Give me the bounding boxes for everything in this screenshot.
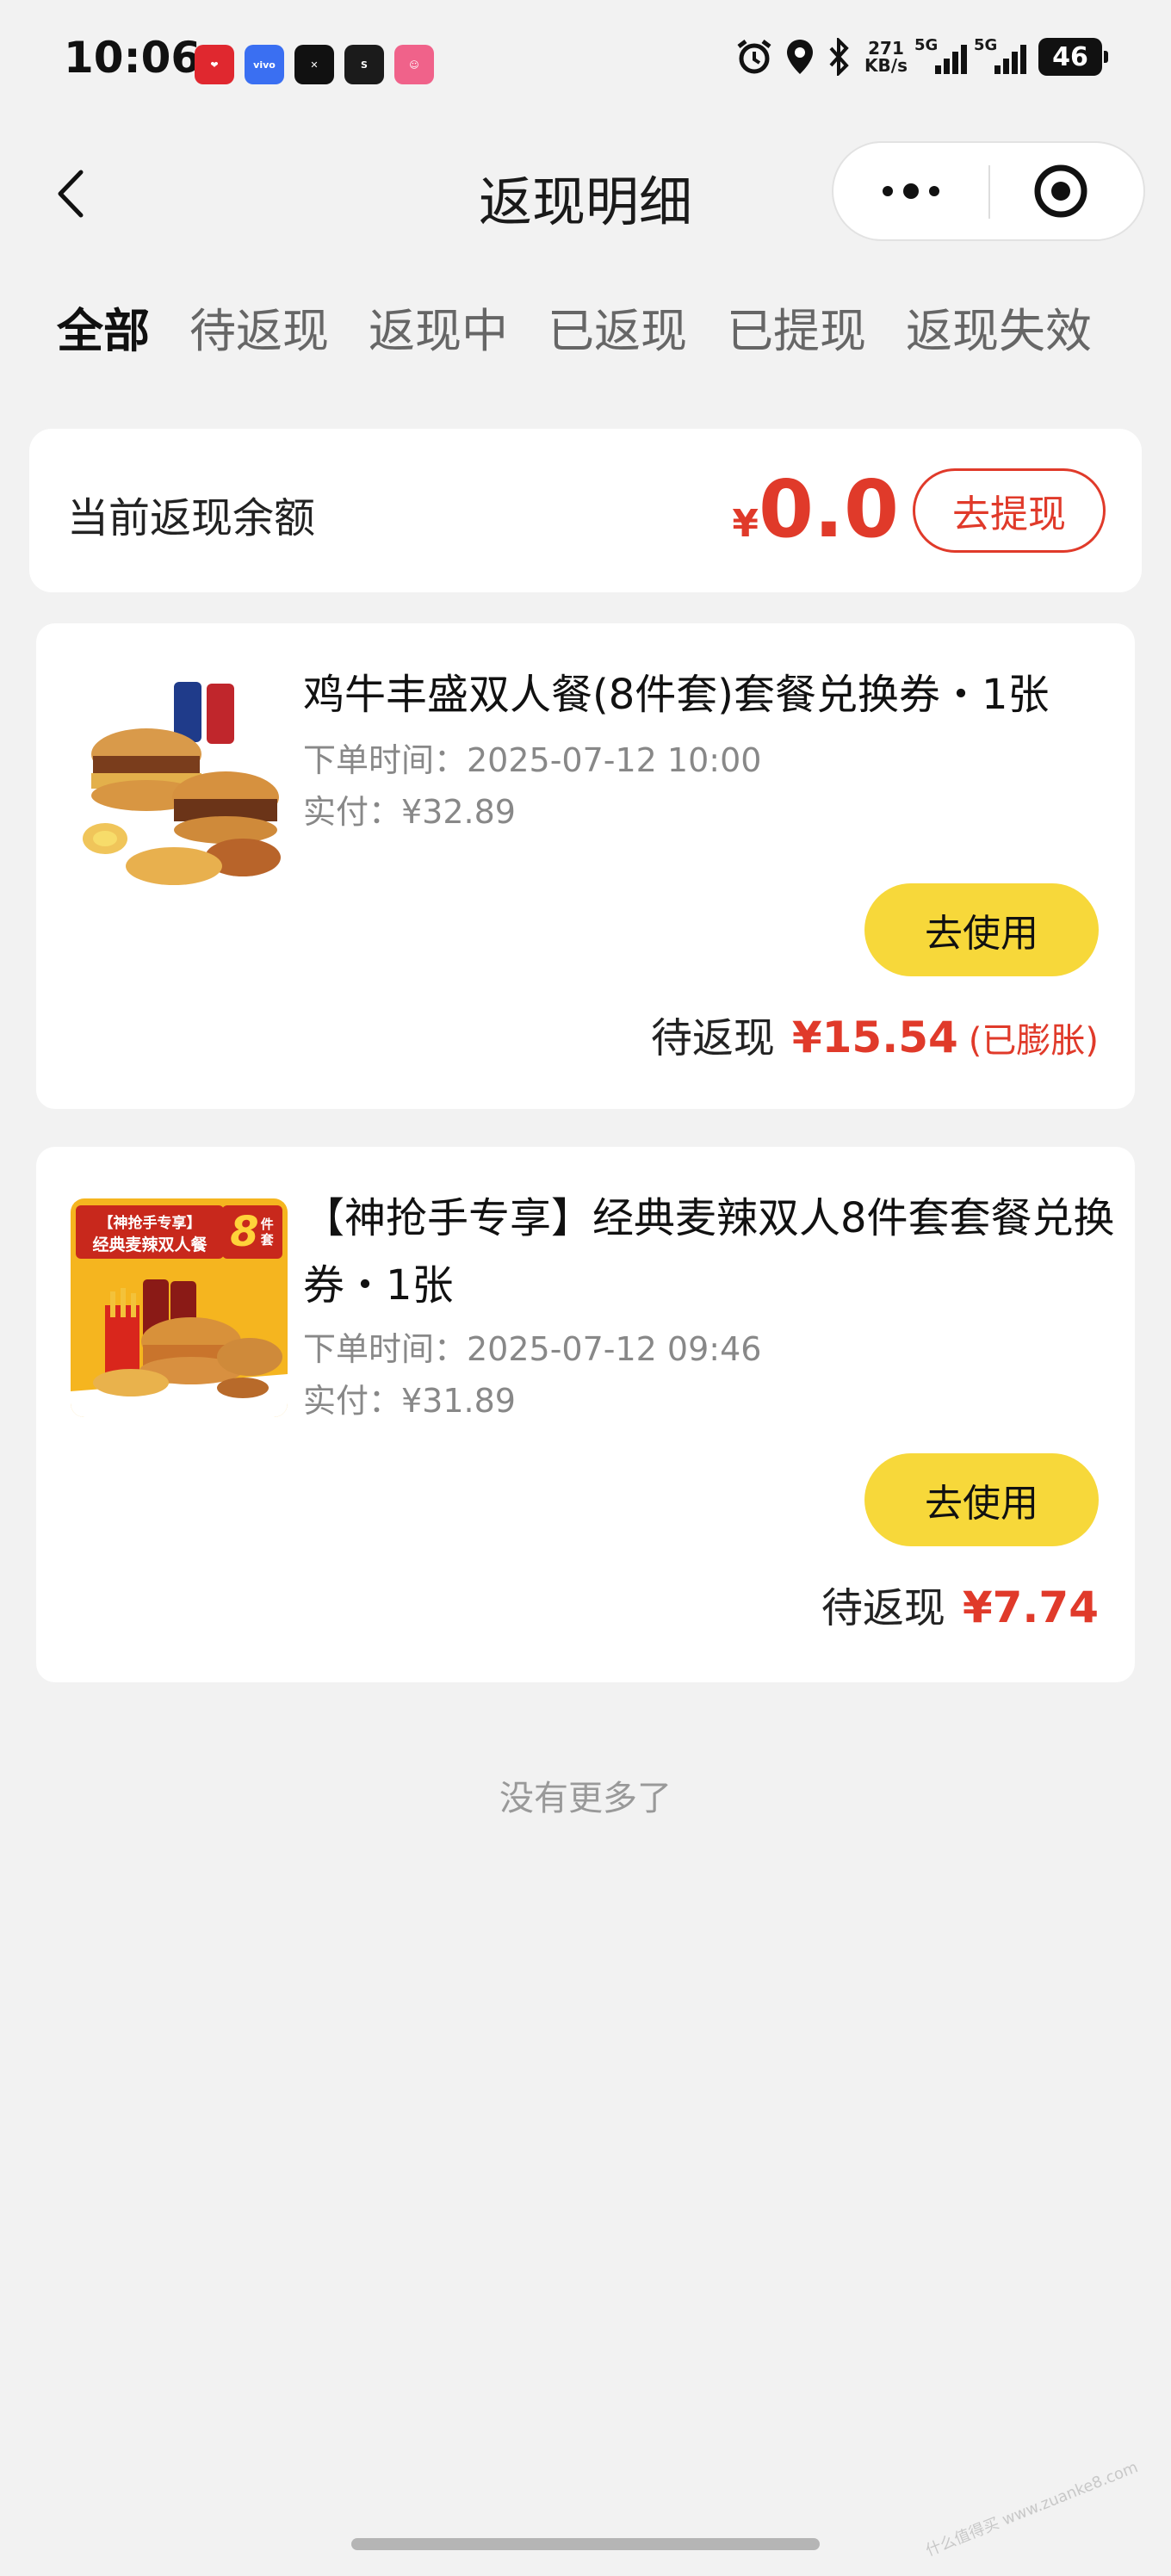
order-product-name: 【神抢手专享】经典麦辣双人8件套套餐兑换券・1张 <box>303 1194 1115 1310</box>
cashback-boost-tag: (已膨胀) <box>968 1021 1099 1061</box>
balance-card: 当前返现余额 ¥0.0 去提现 <box>29 429 1142 592</box>
no-more-text: 没有更多了 <box>499 1779 672 1818</box>
network-speed-unit: KB/s <box>864 55 908 76</box>
vivo-icon: vivo <box>245 45 284 84</box>
thumbnail-banner-line2: 经典麦辣双人餐 <box>92 1235 208 1254</box>
status-time: 10:06 <box>64 33 201 83</box>
order-product-name: 鸡牛丰盛双人餐(8件套)套餐兑换券・1张 <box>303 671 1050 719</box>
withdraw-button[interactable]: 去提现 <box>913 468 1106 553</box>
more-dots-icon[interactable] <box>833 143 988 239</box>
balance-label: 当前返现余额 <box>67 494 316 542</box>
order-paid-amount: 实付：¥31.89 <box>303 1382 516 1420</box>
thumbnail-banner-line1: 【神抢手专享】 <box>98 1215 201 1232</box>
thumbnail-banner: 【神抢手专享】 经典麦辣双人餐 <box>76 1205 224 1259</box>
status-bar: 10:06 ❤ vivo ✕ S ☺ 271 KB/s 5G 5G 46 <box>0 0 1171 129</box>
order-card[interactable]: 鸡牛丰盛双人餐(8件套)套餐兑换券・1张 下单时间：2025-07-12 10:… <box>36 623 1135 1109</box>
soul-icon: S <box>344 45 384 84</box>
location-icon <box>787 40 814 74</box>
mini-program-capsule <box>832 141 1145 241</box>
home-indicator[interactable] <box>351 2538 820 2550</box>
balance-amount: ¥0.0 <box>732 463 899 555</box>
order-time: 下单时间：2025-07-12 10:00 <box>303 741 762 779</box>
balance-value: 0.0 <box>759 463 899 555</box>
pinduoduo-icon: ❤ <box>195 45 234 84</box>
filter-tabs: 全部 待返现 返现中 已返现 已提现 返现失效 <box>57 293 1092 361</box>
tab-cashback-in-progress[interactable]: 返现中 <box>369 293 508 361</box>
network-type-1: 5G <box>914 36 939 54</box>
thumbnail-badge-text: 件套 <box>260 1217 274 1248</box>
capsule-divider <box>988 165 990 219</box>
network-speed: 271 KB/s <box>864 40 908 74</box>
status-indicators: 271 KB/s 5G 5G 46 <box>735 36 1108 76</box>
alarm-icon <box>737 40 771 74</box>
balance-currency: ¥ <box>732 502 759 546</box>
cashback-status-label: 待返现 <box>821 1584 945 1632</box>
cashback-amount: ¥7.74 <box>962 1582 1099 1632</box>
battery-icon: 46 <box>1038 38 1108 76</box>
battery-level: 46 <box>1052 41 1088 72</box>
use-coupon-button[interactable]: 去使用 <box>864 1453 1099 1546</box>
cashback-amount: ¥15.54 <box>791 1012 958 1062</box>
tab-withdrawn[interactable]: 已提现 <box>727 293 866 361</box>
order-time: 下单时间：2025-07-12 09:46 <box>303 1330 762 1368</box>
network-speed-value: 271 <box>868 38 904 59</box>
status-app-icons: ❤ vivo ✕ S ☺ <box>195 45 434 84</box>
nav-bar: 返现明细 <box>0 138 1171 250</box>
tab-cashback-done[interactable]: 已返现 <box>548 293 687 361</box>
watermark: 什么值得买 www.zuanke8.com <box>923 2458 1141 2561</box>
cartoon-app-icon: ☺ <box>394 45 434 84</box>
order-card[interactable]: 【神抢手专享】 经典麦辣双人餐 8 件套 【神抢手专享】经典麦辣双人8件套套餐兑… <box>36 1147 1135 1682</box>
tab-pending-cashback[interactable]: 待返现 <box>189 293 329 361</box>
order-thumbnail-image: 【神抢手专享】 经典麦辣双人餐 8 件套 <box>71 1198 288 1417</box>
signal-strength-2: 5G <box>974 36 1026 74</box>
bluetooth-icon <box>829 38 849 76</box>
signal-strength-1: 5G <box>914 36 967 74</box>
network-type-2: 5G <box>974 36 998 54</box>
order-paid-amount: 实付：¥32.89 <box>303 793 516 831</box>
thumbnail-badge-number: 8 <box>230 1208 259 1256</box>
cashback-status-label: 待返现 <box>650 1014 775 1062</box>
use-coupon-button[interactable]: 去使用 <box>864 883 1099 976</box>
cashback-info: 待返现 ¥7.74 <box>821 1574 1099 1634</box>
capcut-icon: ✕ <box>294 45 334 84</box>
tab-all[interactable]: 全部 <box>57 293 150 361</box>
tab-cashback-invalid[interactable]: 返现失效 <box>906 293 1092 361</box>
thumbnail-badge: 8 件套 <box>222 1205 282 1259</box>
cashback-info: 待返现 ¥15.54 (已膨胀) <box>651 1004 1099 1064</box>
order-thumbnail-image <box>71 675 288 894</box>
target-circle-icon[interactable] <box>1032 162 1090 220</box>
